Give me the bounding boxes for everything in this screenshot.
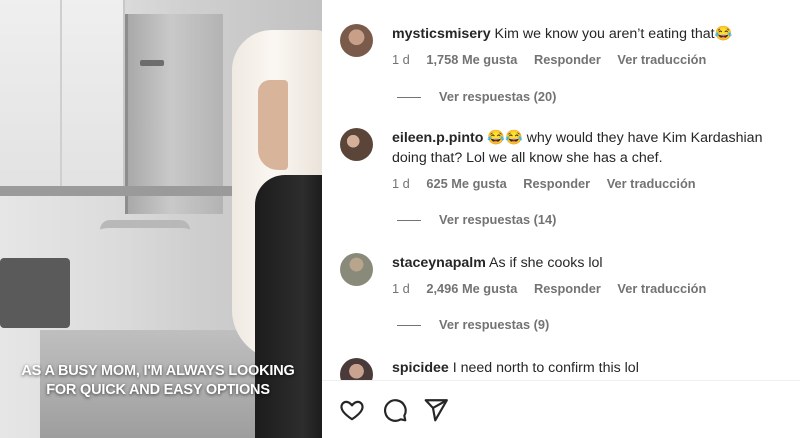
video-caption: AS A BUSY MOM, I'M ALWAYS LOOKING FOR QU…: [10, 362, 306, 400]
comment-text: As if she cooks lol: [489, 255, 603, 271]
avatar[interactable]: [340, 358, 373, 380]
paper-plane-icon[interactable]: [423, 397, 449, 423]
view-replies-label: Ver respuestas (14): [439, 212, 557, 227]
comment-meta: 1 d 2,496 Me gusta Responder Ver traducc…: [392, 281, 792, 296]
view-replies-label: Ver respuestas (20): [439, 89, 557, 104]
translate-button[interactable]: Ver traducción: [617, 52, 706, 67]
comment-text-block: staceynapalm As if she cooks lol: [392, 253, 792, 273]
reply-button[interactable]: Responder: [523, 176, 590, 191]
comments-list[interactable]: mysticsmisery Kim we know you aren’t eat…: [322, 0, 800, 380]
translate-button[interactable]: Ver traducción: [607, 176, 696, 191]
view-replies-button[interactable]: Ver respuestas (9): [397, 317, 549, 332]
comment-body: eileen.p.pinto 😂😂 why would they have Ki…: [392, 128, 792, 191]
comment-username[interactable]: spicidee: [392, 360, 449, 376]
reply-button[interactable]: Responder: [534, 52, 601, 67]
comment-username[interactable]: mysticsmisery: [392, 26, 491, 42]
comment-likes[interactable]: 625 Me gusta: [426, 176, 506, 191]
comment-text-block: eileen.p.pinto 😂😂 why would they have Ki…: [392, 128, 792, 168]
comment-text: I need north to confirm this lol: [452, 360, 639, 376]
video-cabinet: [0, 0, 125, 190]
video-caption-line-1: AS A BUSY MOM, I'M ALWAYS LOOKING: [21, 363, 295, 379]
comment-text-block: spicidee I need north to confirm this lo…: [392, 358, 792, 378]
video-hood-vent: [140, 60, 164, 66]
comment-likes[interactable]: 1,758 Me gusta: [426, 52, 517, 67]
view-replies-button[interactable]: Ver respuestas (20): [397, 89, 556, 104]
comment-meta: 1 d 625 Me gusta Responder Ver traducció…: [392, 176, 792, 191]
view-replies-label: Ver respuestas (9): [439, 317, 550, 332]
comments-panel: mysticsmisery Kim we know you aren’t eat…: [322, 0, 800, 438]
video-faucet: [100, 220, 190, 230]
video-shelf: [0, 186, 250, 196]
replies-divider-line: [397, 220, 421, 222]
avatar[interactable]: [340, 253, 373, 286]
avatar[interactable]: [340, 24, 373, 57]
video-caption-line-2: FOR QUICK AND EASY OPTIONS: [46, 382, 270, 398]
comment-age[interactable]: 1 d: [392, 281, 410, 296]
comment-text-block: mysticsmisery Kim we know you aren’t eat…: [392, 24, 792, 44]
comment-username[interactable]: eileen.p.pinto: [392, 130, 483, 146]
replies-divider-line: [397, 325, 421, 327]
comment-age[interactable]: 1 d: [392, 52, 410, 67]
comment-body: staceynapalm As if she cooks lol 1 d 2,4…: [392, 253, 792, 296]
replies-divider-line: [397, 97, 421, 99]
video-player[interactable]: AS A BUSY MOM, I'M ALWAYS LOOKING FOR QU…: [0, 0, 322, 438]
actions-divider: [322, 380, 800, 381]
view-replies-button[interactable]: Ver respuestas (14): [397, 212, 556, 227]
comment-age[interactable]: 1 d: [392, 176, 410, 191]
video-appliance: [0, 258, 70, 328]
avatar[interactable]: [340, 128, 373, 161]
video-person-face: [258, 80, 288, 170]
comment-body: spicidee I need north to confirm this lo…: [392, 358, 792, 378]
translate-button[interactable]: Ver traducción: [617, 281, 706, 296]
reply-button[interactable]: Responder: [534, 281, 601, 296]
heart-icon[interactable]: [339, 397, 365, 423]
comment-body: mysticsmisery Kim we know you aren’t eat…: [392, 24, 792, 67]
comment-meta: 1 d 1,758 Me gusta Responder Ver traducc…: [392, 52, 792, 67]
video-cabinet-seam: [60, 0, 62, 190]
comment-bubble-icon[interactable]: [382, 397, 408, 423]
video-range-hood: [125, 14, 223, 214]
comment-text: Kim we know you aren’t eating that😂: [494, 26, 733, 42]
comment-username[interactable]: staceynapalm: [392, 255, 486, 271]
comment-likes[interactable]: 2,496 Me gusta: [426, 281, 517, 296]
